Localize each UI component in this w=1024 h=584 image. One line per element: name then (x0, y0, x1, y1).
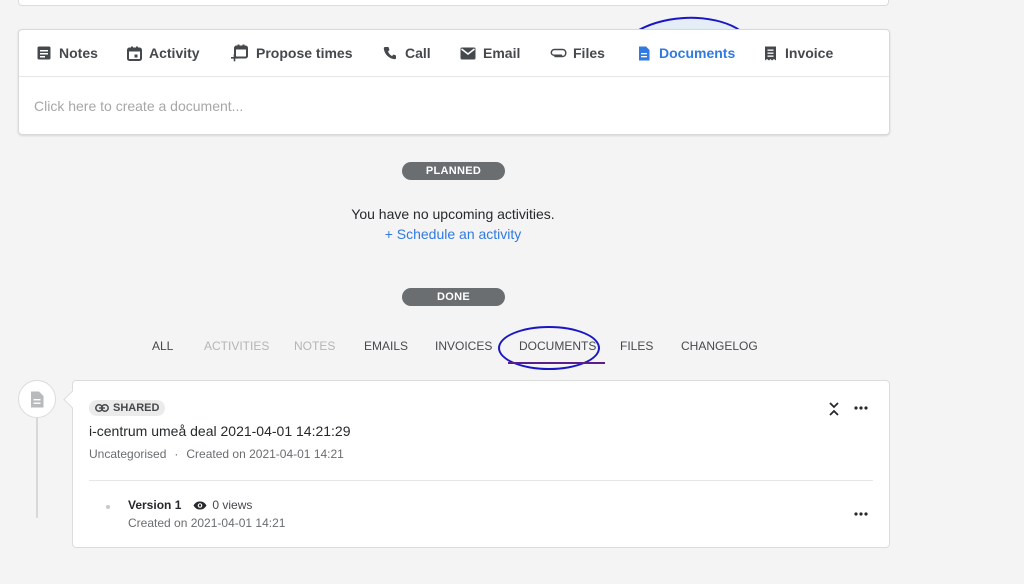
envelope-icon (459, 44, 477, 62)
calendar-icon (125, 44, 143, 62)
tab-call[interactable]: Call (381, 30, 431, 76)
version-row: Version 1 0 views (128, 498, 252, 512)
tab-documents[interactable]: Documents (635, 30, 735, 76)
paperclip-icon (549, 44, 567, 62)
planned-badge: PLANNED (402, 162, 505, 180)
tab-call-label: Call (405, 45, 431, 61)
tab-email-label: Email (483, 45, 521, 61)
filter-activities[interactable]: ACTIVITIES (204, 339, 269, 353)
done-badge: DONE (402, 288, 505, 306)
version-created: Created on 2021-04-01 14:21 (128, 516, 286, 530)
tab-files-label: Files (573, 45, 605, 61)
shared-badge-label: SHARED (113, 402, 160, 414)
timeline-line (36, 414, 38, 518)
tab-activity[interactable]: Activity (125, 30, 200, 76)
document-meta: Uncategorised · Created on 2021-04-01 14:2… (89, 447, 344, 461)
tab-documents-label: Documents (659, 45, 736, 61)
document-category: Uncategorised (89, 447, 167, 461)
tab-propose-times-label: Propose times (256, 45, 353, 61)
more-options-icon[interactable] (853, 401, 869, 415)
tab-invoice-label: Invoice (785, 45, 834, 61)
invoice-icon (761, 44, 779, 62)
tab-email[interactable]: Email (459, 30, 520, 76)
composer-tabs-card: Notes Activity Propose times Call Email … (18, 29, 890, 135)
card-divider (89, 480, 873, 481)
document-create-input[interactable]: Click here to create a document... (34, 98, 243, 114)
document-card: SHARED i-centrum umeå deal 2021-04-01 14… (72, 380, 890, 548)
version-views: 0 views (193, 498, 252, 512)
filter-all[interactable]: ALL (152, 339, 173, 353)
tab-propose-times[interactable]: Propose times (230, 30, 352, 76)
version-name[interactable]: Version 1 (128, 498, 181, 512)
document-created: Created on 2021-04-01 14:21 (186, 447, 344, 461)
schedule-activity-link[interactable]: + Schedule an activity (253, 226, 653, 242)
tab-activity-label: Activity (149, 45, 200, 61)
link-icon (95, 404, 109, 412)
eye-icon (193, 501, 207, 509)
previous-card-edge (18, 0, 889, 6)
tab-notes[interactable]: Notes (35, 30, 98, 76)
documents-filter-underline (508, 362, 605, 364)
notes-icon (35, 44, 53, 62)
tab-files[interactable]: Files (549, 30, 605, 76)
timeline-document-icon (18, 380, 56, 418)
filter-emails[interactable]: EMAILS (364, 339, 408, 353)
tabs-divider (19, 76, 889, 77)
filter-invoices[interactable]: INVOICES (435, 339, 492, 353)
filter-changelog[interactable]: CHANGELOG (681, 339, 758, 353)
calendar-plus-icon (230, 44, 250, 62)
document-title[interactable]: i-centrum umeå deal 2021-04-01 14:21:29 (89, 423, 351, 439)
filter-files[interactable]: FILES (620, 339, 653, 353)
tab-invoice[interactable]: Invoice (761, 30, 833, 76)
shared-badge: SHARED (89, 400, 166, 416)
no-activities-message: You have no upcoming activities. (351, 206, 555, 222)
tab-notes-label: Notes (59, 45, 98, 61)
document-icon (635, 44, 653, 62)
version-bullet (106, 505, 110, 509)
version-more-options-icon[interactable] (853, 507, 869, 521)
version-views-count: 0 views (212, 498, 253, 512)
collapse-icon[interactable] (827, 401, 841, 417)
phone-icon (381, 44, 399, 62)
filter-notes[interactable]: NOTES (294, 339, 335, 353)
